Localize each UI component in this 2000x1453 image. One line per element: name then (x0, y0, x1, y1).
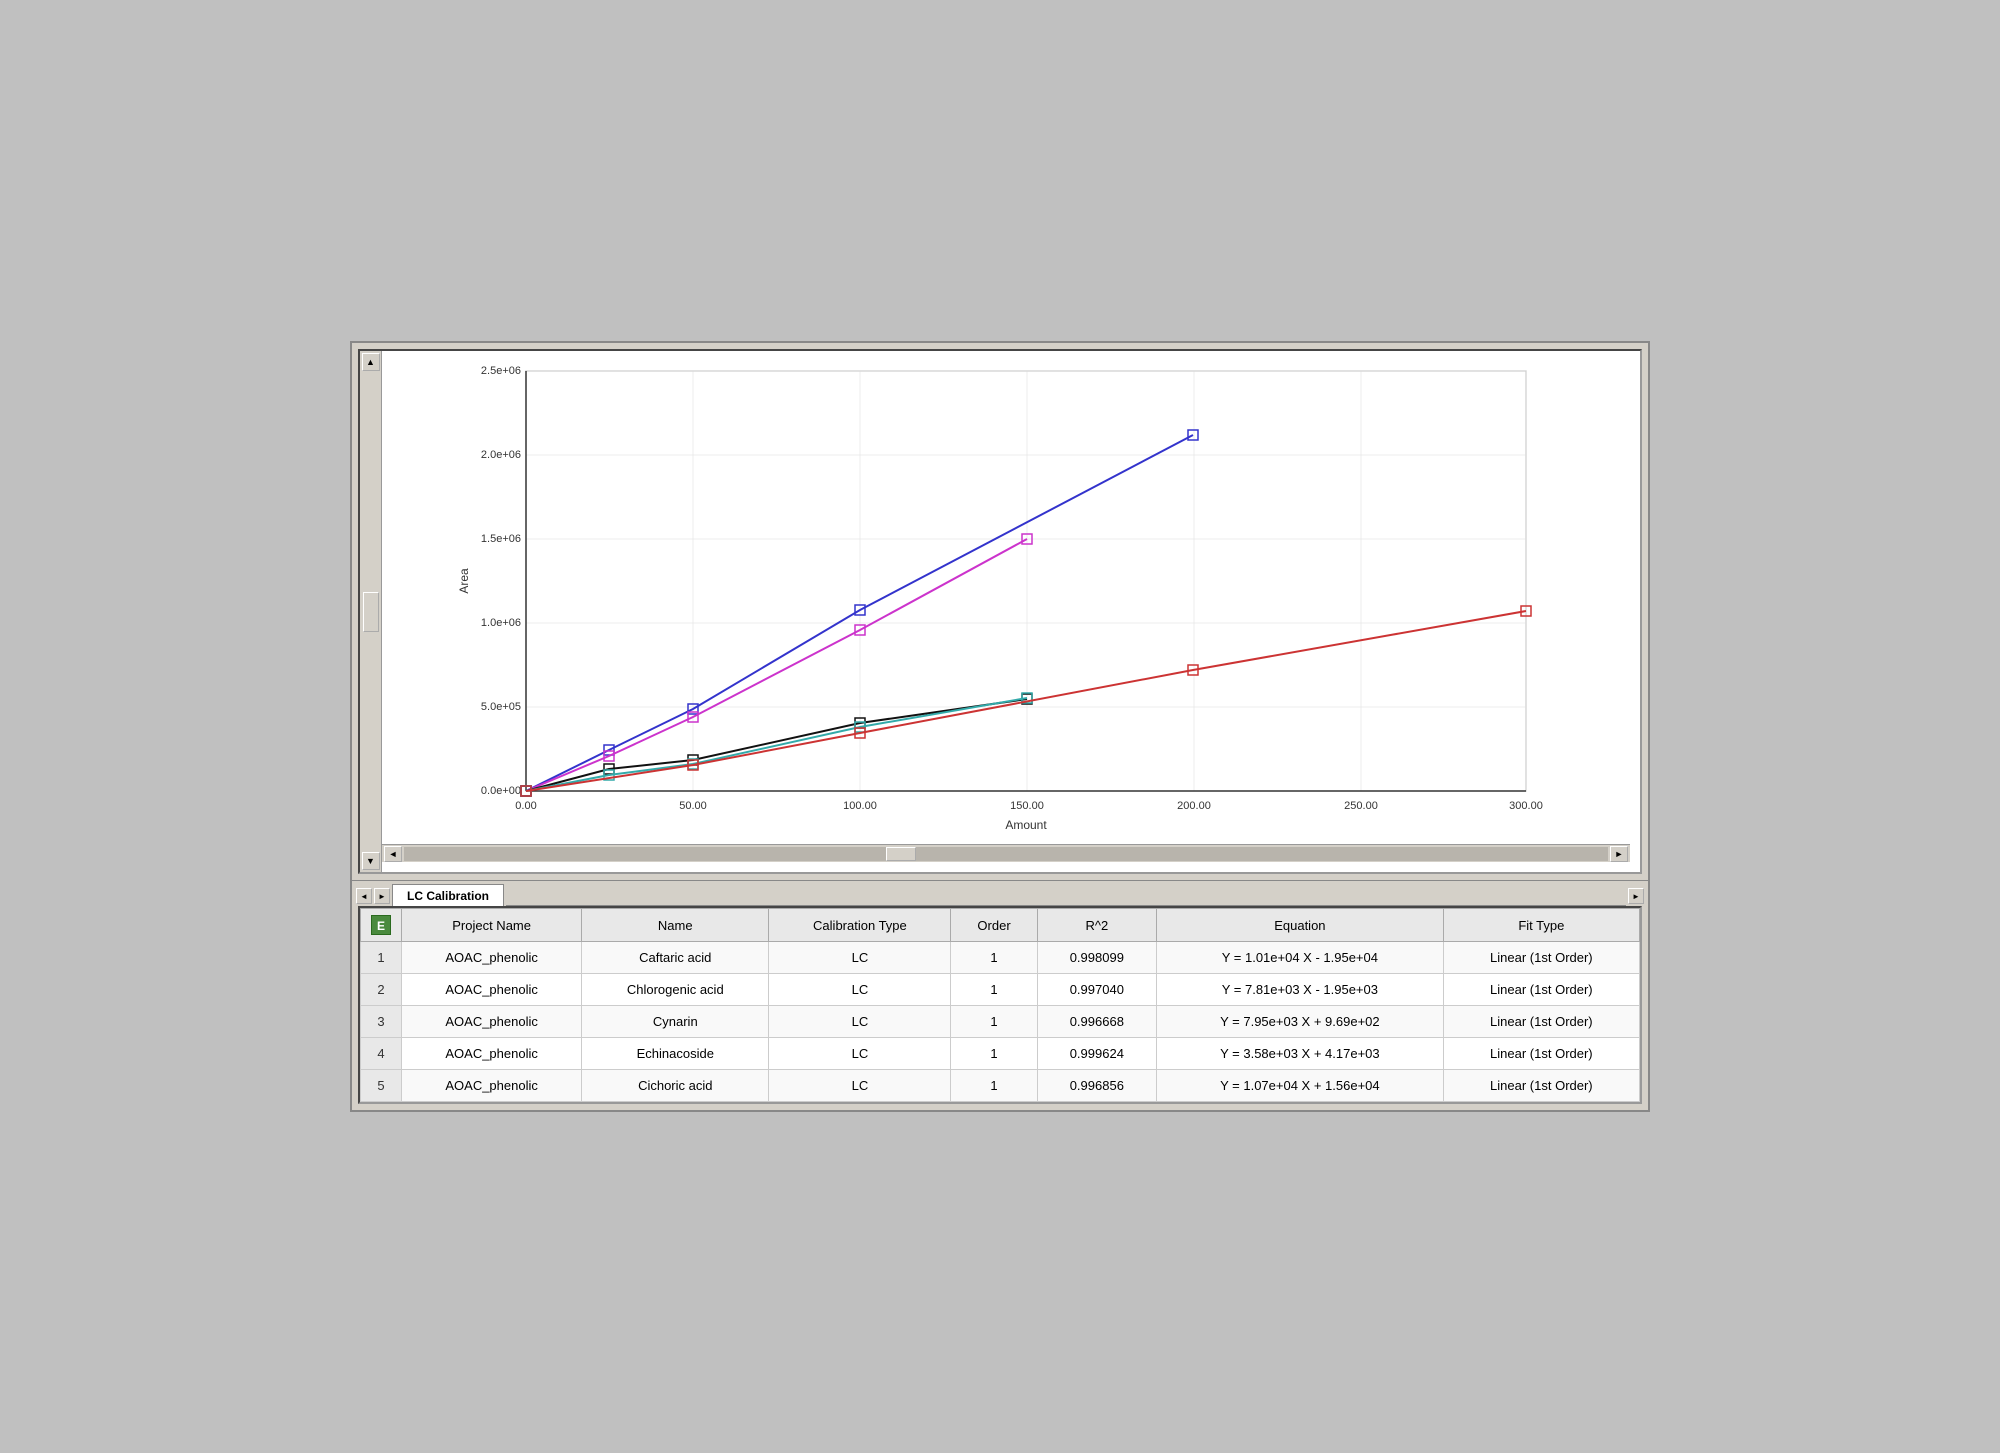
tab-lc-calibration[interactable]: LC Calibration (392, 884, 504, 906)
table-cell-name-1: Caftaric acid (582, 942, 769, 974)
table-cell-r2-2: 0.997040 (1037, 974, 1156, 1006)
table-cell-fit-1: Linear (1st Order) (1443, 942, 1639, 974)
table-cell-equation-3: Y = 7.95e+03 X + 9.69e+02 (1157, 1006, 1444, 1038)
data-table-container: E Project Name Name Calibration Type Ord… (358, 906, 1642, 1104)
table-cell-project-2: AOAC_phenolic (402, 974, 582, 1006)
table-row: 2 AOAC_phenolic Chlorogenic acid LC 1 0.… (361, 974, 1640, 1006)
tab-nav-left-button[interactable]: ◄ (356, 888, 372, 904)
scroll-thumb-horizontal[interactable] (886, 847, 916, 861)
table-cell-order-4: 1 (951, 1038, 1037, 1070)
table-row: 1 AOAC_phenolic Caftaric acid LC 1 0.998… (361, 942, 1640, 974)
y-axis-label: Area (457, 568, 471, 594)
table-cell-name-2: Chlorogenic acid (582, 974, 769, 1006)
tab-scroll-right-button[interactable]: ► (1628, 888, 1644, 904)
table-cell-row-num-4: 4 (361, 1038, 402, 1070)
table-col-name: Name (582, 909, 769, 942)
y-tick-1: 5.0e+05 (481, 701, 521, 713)
table-cell-project-4: AOAC_phenolic (402, 1038, 582, 1070)
table-cell-fit-3: Linear (1st Order) (1443, 1006, 1639, 1038)
tab-label: LC Calibration (407, 889, 489, 903)
vertical-scrollbar[interactable]: ▲ ▼ (360, 351, 382, 872)
table-cell-project-5: AOAC_phenolic (402, 1070, 582, 1102)
table-cell-row-num-1: 1 (361, 942, 402, 974)
y-tick-5: 2.5e+06 (481, 365, 521, 377)
table-cell-row-num-5: 5 (361, 1070, 402, 1102)
scroll-right-button[interactable]: ► (1610, 846, 1628, 862)
table-cell-equation-5: Y = 1.07e+04 X + 1.56e+04 (1157, 1070, 1444, 1102)
chart-plot-area: 0.0e+00 5.0e+05 1.0e+06 1.5e+06 2.0e+06 … (382, 351, 1640, 872)
table-cell-order-1: 1 (951, 942, 1037, 974)
tab-nav-right-button[interactable]: ► (374, 888, 390, 904)
table-cell-r2-5: 0.996856 (1037, 1070, 1156, 1102)
table-row: 3 AOAC_phenolic Cynarin LC 1 0.996668 Y … (361, 1006, 1640, 1038)
table-col-r2: R^2 (1037, 909, 1156, 942)
table-row: 5 AOAC_phenolic Cichoric acid LC 1 0.996… (361, 1070, 1640, 1102)
table-cell-order-2: 1 (951, 974, 1037, 1006)
chart-area: ▲ ▼ (358, 349, 1642, 874)
scroll-left-button[interactable]: ◄ (384, 846, 402, 862)
table-cell-equation-4: Y = 3.58e+03 X + 4.17e+03 (1157, 1038, 1444, 1070)
table-cell-caltype-5: LC (769, 1070, 951, 1102)
scroll-up-button[interactable]: ▲ (362, 353, 380, 371)
table-cell-caltype-3: LC (769, 1006, 951, 1038)
table-col-order: Order (951, 909, 1037, 942)
table-cell-order-5: 1 (951, 1070, 1037, 1102)
table-cell-name-4: Echinacoside (582, 1038, 769, 1070)
calibration-chart-svg: 0.0e+00 5.0e+05 1.0e+06 1.5e+06 2.0e+06 … (382, 361, 1630, 841)
table-icon-e: E (371, 915, 391, 935)
table-cell-caltype-1: LC (769, 942, 951, 974)
table-cell-equation-1: Y = 1.01e+04 X - 1.95e+04 (1157, 942, 1444, 974)
x-tick-0: 0.00 (515, 800, 536, 812)
table-col-project-name: Project Name (402, 909, 582, 942)
table-cell-r2-3: 0.996668 (1037, 1006, 1156, 1038)
y-tick-0: 0.0e+00 (481, 785, 521, 797)
table-cell-row-num-2: 2 (361, 974, 402, 1006)
table-header-row: E Project Name Name Calibration Type Ord… (361, 909, 1640, 942)
table-cell-fit-5: Linear (1st Order) (1443, 1070, 1639, 1102)
y-tick-4: 2.0e+06 (481, 449, 521, 461)
table-cell-project-1: AOAC_phenolic (402, 942, 582, 974)
x-tick-2: 100.00 (843, 800, 877, 812)
table-cell-name-3: Cynarin (582, 1006, 769, 1038)
table-cell-r2-1: 0.998099 (1037, 942, 1156, 974)
table-col-icon: E (361, 909, 402, 942)
main-window: ▲ ▼ (350, 341, 1650, 1112)
scroll-down-button[interactable]: ▼ (362, 852, 380, 870)
x-tick-1: 50.00 (679, 800, 707, 812)
tab-bar: ◄ ► LC Calibration ► (352, 880, 1648, 906)
x-tick-5: 250.00 (1344, 800, 1378, 812)
table-cell-name-5: Cichoric acid (582, 1070, 769, 1102)
table-col-cal-type: Calibration Type (769, 909, 951, 942)
x-tick-3: 150.00 (1010, 800, 1044, 812)
table-col-fit-type: Fit Type (1443, 909, 1639, 942)
table-cell-equation-2: Y = 7.81e+03 X - 1.95e+03 (1157, 974, 1444, 1006)
y-tick-2: 1.0e+06 (481, 617, 521, 629)
x-tick-6: 300.00 (1509, 800, 1543, 812)
table-row: 4 AOAC_phenolic Echinacoside LC 1 0.9996… (361, 1038, 1640, 1070)
table-cell-project-3: AOAC_phenolic (402, 1006, 582, 1038)
table-cell-fit-2: Linear (1st Order) (1443, 974, 1639, 1006)
x-tick-4: 200.00 (1177, 800, 1211, 812)
table-cell-row-num-3: 3 (361, 1006, 402, 1038)
table-cell-caltype-4: LC (769, 1038, 951, 1070)
y-tick-3: 1.5e+06 (481, 533, 521, 545)
scroll-thumb-vertical[interactable] (363, 592, 379, 632)
horizontal-scrollbar[interactable]: ◄ ► (382, 844, 1630, 862)
table-cell-r2-4: 0.999624 (1037, 1038, 1156, 1070)
calibration-table: E Project Name Name Calibration Type Ord… (360, 908, 1640, 1102)
tab-spacer (506, 905, 1626, 906)
table-col-equation: Equation (1157, 909, 1444, 942)
table-cell-fit-4: Linear (1st Order) (1443, 1038, 1639, 1070)
x-axis-label: Amount (1005, 818, 1047, 832)
table-cell-caltype-2: LC (769, 974, 951, 1006)
scroll-track-horizontal (404, 847, 1608, 861)
table-cell-order-3: 1 (951, 1006, 1037, 1038)
